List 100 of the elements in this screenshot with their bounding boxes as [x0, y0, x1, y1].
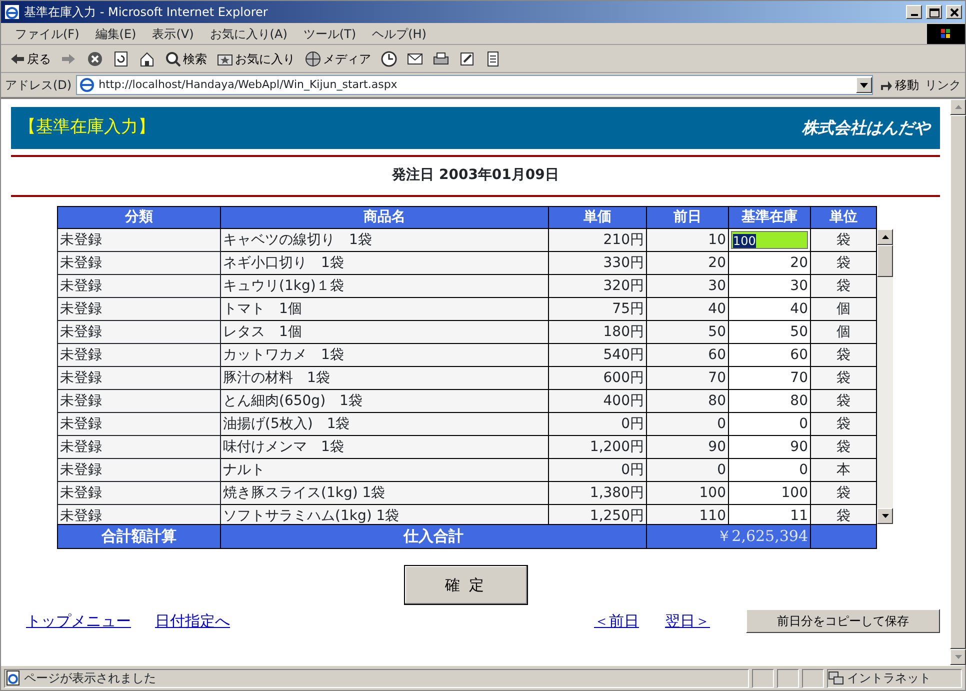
menu-item[interactable]: ヘルプ(H) [364, 24, 434, 42]
column-header: 基準在庫 [729, 206, 811, 229]
column-header: 分類 [57, 206, 221, 229]
windows-logo-icon [927, 24, 965, 44]
stock-input[interactable]: 90 [729, 436, 811, 459]
table-cell: ソフトサラミハム(1kg) 1袋 [221, 505, 549, 524]
order-date: 発注日 2003年01月09日 [392, 167, 559, 183]
stock-input[interactable]: 60 [729, 344, 811, 367]
scroll-up-button[interactable] [877, 229, 893, 245]
status-text: ページが表示されました [24, 670, 156, 687]
column-header: 単位 [811, 206, 877, 229]
maximize-button[interactable] [926, 5, 942, 19]
stock-input[interactable]: 50 [729, 321, 811, 344]
table-cell: 袋 [811, 275, 877, 298]
menu-item[interactable]: お気に入り(A) [202, 24, 296, 42]
stock-input[interactable]: 80 [729, 390, 811, 413]
table-cell: 味付けメンマ 1袋 [221, 436, 549, 459]
table-cell: 豚汁の材料 1袋 [221, 367, 549, 390]
table-cell: 未登録 [57, 390, 221, 413]
favorites-button[interactable]: お気に入り [215, 50, 297, 68]
stock-input[interactable]: 40 [729, 298, 811, 321]
page-icon [78, 77, 95, 93]
table-cell: キュウリ(1kg)１袋 [221, 275, 549, 298]
zone-text: イントラネット [847, 670, 931, 687]
stock-input[interactable]: 0 [729, 413, 811, 436]
table-cell: 本 [811, 459, 877, 482]
links-label[interactable]: リンク [925, 76, 961, 94]
table-cell: 焼き豚スライス(1kg) 1袋 [221, 482, 549, 505]
scroll-down-button[interactable] [877, 508, 893, 524]
table-cell: 40 [647, 298, 729, 321]
arrow-icon [954, 655, 962, 659]
printer-icon [433, 50, 449, 66]
table-cell: 330円 [549, 252, 647, 275]
link[interactable]: 日付指定へ [155, 610, 230, 632]
scroll-up-button[interactable] [950, 99, 966, 115]
table-cell: 袋 [811, 252, 877, 275]
table-cell: 100 [647, 482, 729, 505]
address-label: アドレス(D) [5, 77, 72, 94]
table-cell: 70 [647, 367, 729, 390]
table-cell: 110 [647, 505, 729, 524]
menu-item[interactable]: 編集(E) [87, 24, 144, 42]
close-button[interactable] [946, 5, 962, 19]
print-button[interactable] [431, 50, 451, 66]
arrow-icon [882, 235, 888, 239]
menu-item[interactable]: ファイル(F) [7, 24, 88, 42]
home-icon [139, 50, 155, 66]
confirm-button[interactable]: 確 定 [404, 565, 528, 605]
stock-input[interactable]: 100 [731, 231, 808, 249]
stock-input[interactable]: 30 [729, 275, 811, 298]
company-name: 株式会社はんだや [802, 117, 930, 139]
mail-button[interactable] [405, 50, 425, 66]
copy-button[interactable]: 前日分をコピーして保存 [746, 609, 940, 633]
history-button[interactable] [379, 50, 399, 66]
stock-input[interactable]: 0 [729, 459, 811, 482]
address-field[interactable]: http://localhost/Handaya/WebApl/Win_Kijun_start.aspx [76, 75, 873, 95]
menu-item[interactable]: ツール(T) [295, 24, 364, 42]
table-cell: 未登録 [57, 482, 221, 505]
minimize-button[interactable] [906, 5, 922, 19]
table-cell: 未登録 [57, 344, 221, 367]
table-cell: 未登録 [57, 505, 221, 524]
minimize-icon [910, 14, 918, 16]
menu-item[interactable]: 表示(V) [144, 24, 202, 42]
table-cell: 未登録 [57, 459, 221, 482]
footer-cell [811, 524, 877, 549]
go-button[interactable]: 移動 [877, 76, 921, 94]
column-header: 前日 [647, 206, 729, 229]
table-cell: 210円 [549, 229, 647, 252]
scroll-down-button[interactable] [950, 649, 966, 665]
table-cell: 90 [647, 436, 729, 459]
table-cell: 1,380円 [549, 482, 647, 505]
media-button[interactable]: メディア [303, 50, 373, 68]
status-pane [752, 668, 774, 688]
table-cell: 袋 [811, 413, 877, 436]
search-icon [165, 50, 181, 66]
maximize-icon [928, 6, 940, 18]
back-button[interactable]: 戻る [7, 50, 53, 68]
dropdown-button[interactable] [856, 77, 872, 93]
scroll-thumb[interactable] [950, 115, 966, 649]
table-cell: 600円 [549, 367, 647, 390]
table-cell: 袋 [811, 367, 877, 390]
table-cell: 油揚げ(5枚入) 1袋 [221, 413, 549, 436]
stock-input[interactable]: 70 [729, 367, 811, 390]
table-cell: ネギ小口切り 1袋 [221, 252, 549, 275]
window-title: 基準在庫入力 - Microsoft Internet Explorer [24, 4, 269, 21]
arrow-icon [954, 105, 962, 109]
table-cell: 袋 [811, 344, 877, 367]
page-heading: 【基準在庫入力】 [19, 116, 155, 140]
stock-input[interactable]: 100 [729, 482, 811, 505]
table-cell: 個 [811, 298, 877, 321]
search-button[interactable]: 検索 [163, 50, 209, 68]
table-cell: キャベツの線切り 1袋 [221, 229, 549, 252]
link[interactable]: ＜前日 [594, 610, 639, 632]
link[interactable]: 翌日＞ [665, 610, 710, 632]
table-cell: 1,200円 [549, 436, 647, 459]
link[interactable]: トップメニュー [26, 610, 131, 632]
table-cell: 未登録 [57, 321, 221, 344]
table-cell: とん細肉(650g) 1袋 [221, 390, 549, 413]
stop-button[interactable] [85, 50, 105, 66]
stock-input[interactable]: 20 [729, 252, 811, 275]
scroll-thumb[interactable] [877, 245, 893, 277]
